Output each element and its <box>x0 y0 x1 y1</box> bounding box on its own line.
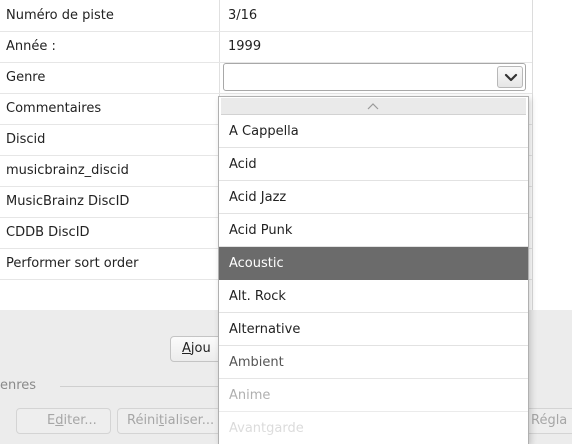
genre-option[interactable]: Avantgarde <box>219 412 528 444</box>
property-key: Genre <box>6 70 46 85</box>
genre-dropdown-button[interactable] <box>497 66 523 88</box>
chevron-up-icon <box>367 103 379 110</box>
property-key: Numéro de piste <box>6 8 114 23</box>
chevron-down-icon <box>504 73 518 82</box>
property-key: MusicBrainz DiscID <box>6 194 130 209</box>
genres-group-label: enres <box>0 378 37 393</box>
edit-button[interactable]: Editer... <box>16 408 111 434</box>
genre-option[interactable]: Alt. Rock <box>219 280 528 313</box>
property-key: Discid <box>6 132 46 147</box>
property-value[interactable]: 3/16 <box>228 0 257 31</box>
scroll-up-arrow[interactable] <box>221 98 526 115</box>
genre-dropdown-list: A Cappella Acid Acid Jazz Acid Punk Acou… <box>218 96 529 444</box>
property-key: Commentaires <box>6 101 102 116</box>
genre-option[interactable]: Anime <box>219 379 528 412</box>
property-key: Performer sort order <box>6 256 139 271</box>
table-row[interactable]: Année : 1999 <box>0 31 532 63</box>
genre-option[interactable]: Alternative <box>219 313 528 346</box>
genre-combobox[interactable] <box>223 63 526 91</box>
genre-option[interactable]: Ambient <box>219 346 528 379</box>
property-key: musicbrainz_discid <box>6 163 129 178</box>
property-key: Année : <box>6 39 56 54</box>
property-key: CDDB DiscID <box>6 225 90 240</box>
table-row[interactable]: Numéro de piste 3/16 <box>0 0 532 32</box>
genre-option[interactable]: Acid Jazz <box>219 181 528 214</box>
genre-option[interactable]: Acid <box>219 148 528 181</box>
reset-button[interactable]: Réinitialiser... <box>117 408 227 434</box>
genre-option[interactable]: Acid Punk <box>219 214 528 247</box>
genre-option-selected[interactable]: Acoustic <box>219 247 528 280</box>
property-value[interactable]: 1999 <box>228 31 261 62</box>
group-divider <box>60 386 220 387</box>
genre-option[interactable]: A Cappella <box>219 115 528 148</box>
